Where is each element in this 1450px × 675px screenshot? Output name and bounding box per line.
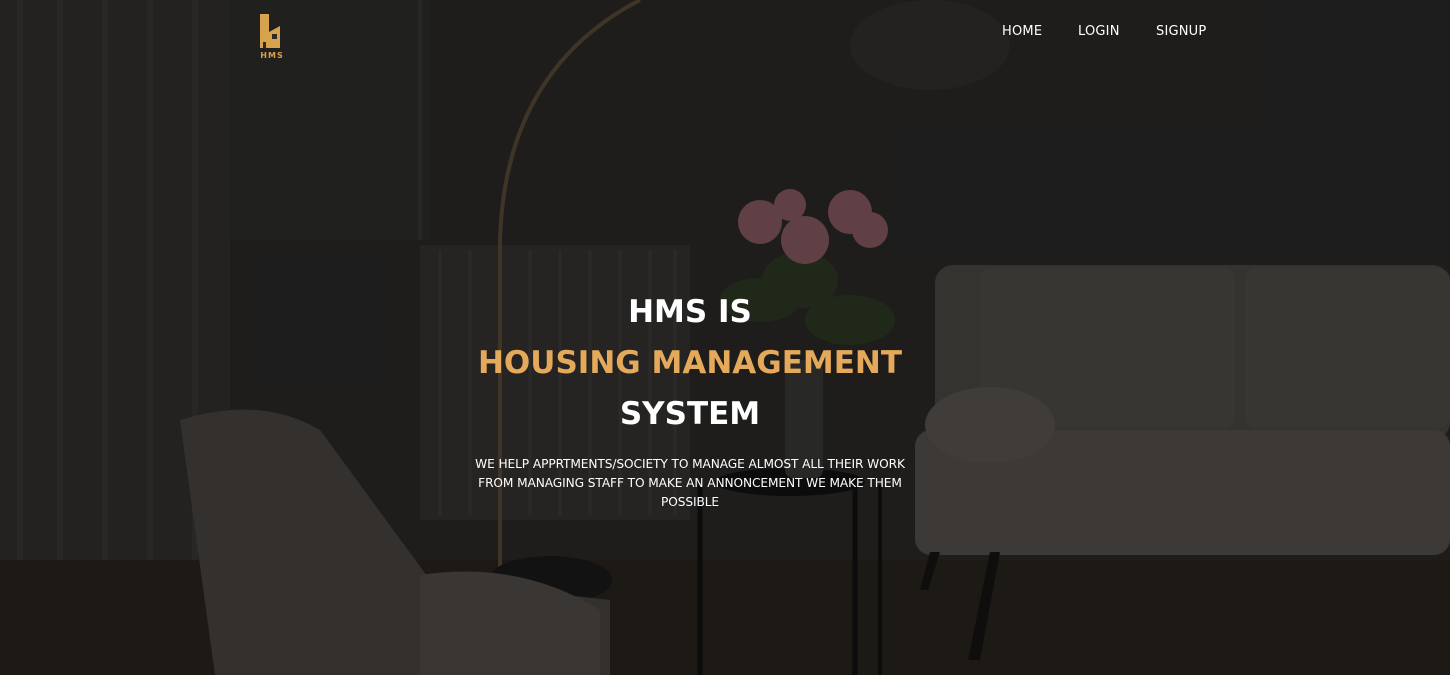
dark-overlay [0, 0, 1450, 675]
headline-line-2: HOUSING MANAGEMENT [477, 345, 903, 381]
headline-line-1: HMS IS [628, 294, 752, 330]
hms-logo[interactable]: HMS [256, 12, 288, 62]
building-logo-icon: HMS [260, 14, 283, 60]
nav-login-link[interactable]: LOGIN [1078, 24, 1120, 39]
nav-home-link[interactable]: HOME [1002, 24, 1042, 39]
hero-section: HMS HOME LOGIN SIGNUP HMS IS HOUSING MAN… [0, 0, 1450, 675]
logo-text: HMS [260, 51, 283, 60]
headline-line-3: SYSTEM [619, 396, 761, 432]
nav-signup-link[interactable]: SIGNUP [1156, 24, 1206, 39]
hero-tagline: WE HELP APPRTMENTS/SOCIETY TO MANAGE ALM… [475, 457, 905, 509]
